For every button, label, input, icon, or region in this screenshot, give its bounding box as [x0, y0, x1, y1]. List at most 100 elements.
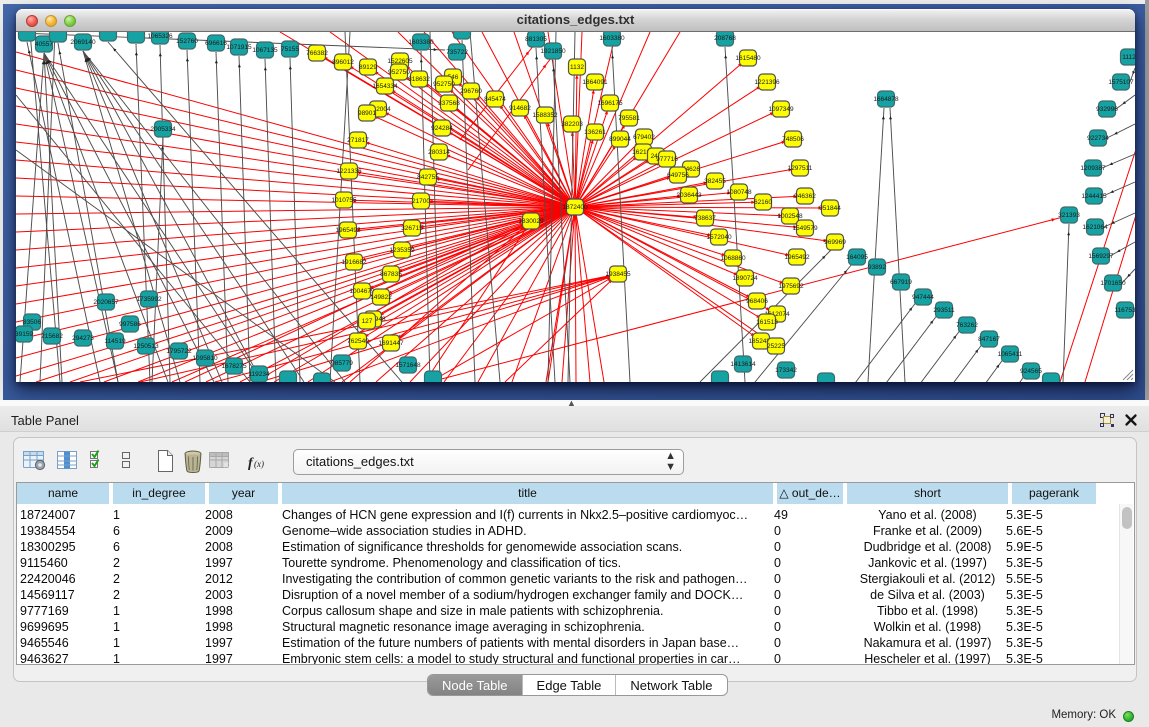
svg-text:1097349: 1097349	[768, 106, 794, 113]
svg-text:896012: 896012	[332, 59, 354, 66]
svg-text:1603380: 1603380	[599, 35, 625, 42]
svg-text:985779: 985779	[331, 360, 353, 367]
svg-text:1068860: 1068860	[720, 255, 746, 262]
svg-text:1615480: 1615480	[735, 55, 761, 62]
svg-text:914682: 914682	[509, 105, 531, 112]
svg-text:25225: 25225	[767, 343, 785, 350]
svg-text:795581: 795581	[618, 115, 640, 122]
svg-text:40557: 40557	[35, 41, 53, 48]
svg-text:1095810: 1095810	[192, 355, 218, 362]
svg-text:679402: 679402	[633, 134, 655, 141]
svg-text:1071915: 1071915	[226, 44, 252, 51]
svg-text:208768: 208768	[714, 35, 736, 42]
svg-text:818632: 818632	[408, 76, 430, 83]
svg-text:1549579: 1549579	[792, 225, 818, 232]
svg-text:75155: 75155	[281, 46, 299, 53]
svg-text:1921850: 1921850	[540, 48, 566, 55]
svg-text:1735992: 1735992	[136, 296, 162, 303]
svg-text:1221336: 1221336	[336, 168, 362, 175]
svg-text:149822: 149822	[370, 294, 392, 301]
svg-text:1890724: 1890724	[732, 275, 758, 282]
svg-text:924284: 924284	[431, 125, 453, 132]
svg-text:947444: 947444	[912, 294, 934, 301]
svg-text:946362: 946362	[794, 193, 816, 200]
svg-text:2069140: 2069140	[70, 39, 96, 46]
svg-text:997586: 997586	[119, 321, 141, 328]
svg-text:735722: 735722	[446, 49, 468, 56]
svg-text:881305: 881305	[525, 36, 547, 43]
svg-text:766382: 766382	[306, 50, 328, 57]
svg-text:842755: 842755	[417, 174, 439, 181]
svg-text:1221396: 1221396	[754, 79, 780, 86]
svg-text:83506: 83506	[23, 319, 41, 326]
svg-text:1830029: 1830029	[518, 218, 544, 225]
svg-text:968406: 968406	[746, 298, 768, 305]
svg-text:21700: 21700	[412, 198, 430, 205]
svg-text:1696175: 1696175	[597, 100, 623, 107]
svg-text:2005334: 2005334	[150, 126, 176, 133]
svg-text:1132: 1132	[570, 64, 584, 71]
svg-text:763262: 763262	[956, 322, 978, 329]
svg-text:39159: 39159	[16, 331, 33, 338]
svg-text:748506: 748506	[782, 136, 804, 143]
svg-text:321393: 321393	[1058, 212, 1080, 219]
svg-text:667919: 667919	[890, 279, 912, 286]
svg-text:1965492: 1965492	[335, 227, 361, 234]
svg-text:152760: 152760	[176, 38, 198, 45]
svg-text:1065326: 1065326	[147, 33, 173, 40]
svg-text:1209387: 1209387	[1080, 165, 1106, 172]
svg-text:1603380: 1603380	[408, 39, 434, 46]
svg-text:1916682: 1916682	[341, 259, 367, 266]
svg-text:326715: 326715	[401, 225, 423, 232]
svg-text:382203: 382203	[561, 121, 583, 128]
svg-text:932996: 932996	[1096, 106, 1118, 113]
svg-text:(x): (x)	[254, 459, 264, 469]
svg-text:1965492: 1965492	[784, 254, 810, 261]
svg-text:1010755: 1010755	[331, 197, 357, 204]
svg-text:951844: 951844	[819, 205, 841, 212]
svg-text:382455: 382455	[704, 178, 726, 185]
svg-text:1002548: 1002548	[777, 213, 803, 220]
svg-text:127: 127	[362, 318, 373, 325]
svg-text:762540: 762540	[347, 338, 369, 345]
svg-text:1654334: 1654334	[372, 83, 398, 90]
svg-text:1872400: 1872400	[562, 204, 588, 211]
svg-text:62160: 62160	[754, 199, 772, 206]
svg-text:1571648: 1571648	[395, 362, 421, 369]
svg-text:1588352: 1588352	[532, 112, 558, 119]
svg-text:116753: 116753	[1114, 307, 1135, 314]
svg-text:161513: 161513	[756, 319, 778, 326]
svg-text:1572040: 1572040	[706, 234, 732, 241]
svg-text:952750: 952750	[433, 81, 455, 88]
svg-text:294273: 294273	[72, 335, 94, 342]
svg-text:1297511: 1297511	[788, 165, 813, 172]
svg-text:922734: 922734	[1087, 135, 1109, 142]
svg-text:337568: 337568	[438, 100, 460, 107]
svg-text:114519: 114519	[104, 338, 126, 345]
svg-text:1975692: 1975692	[778, 283, 804, 290]
svg-text:1691447: 1691447	[378, 340, 404, 347]
svg-text:1938455: 1938455	[605, 271, 631, 278]
svg-text:847167: 847167	[978, 336, 1000, 343]
svg-text:1864091: 1864091	[582, 79, 608, 86]
svg-text:1569297: 1569297	[1088, 253, 1114, 260]
svg-text:119234: 119234	[248, 371, 270, 378]
svg-text:1575107: 1575107	[1108, 79, 1134, 86]
svg-text:1701650: 1701650	[1100, 280, 1126, 287]
svg-text:2036443: 2036443	[676, 192, 702, 199]
svg-text:1235359: 1235359	[389, 247, 415, 254]
svg-text:1250513: 1250513	[133, 343, 159, 350]
svg-text:867835: 867835	[380, 271, 402, 278]
svg-text:696616: 696616	[205, 40, 227, 47]
svg-text:899044: 899044	[609, 136, 631, 143]
svg-text:280314: 280314	[428, 149, 450, 156]
svg-text:1621064: 1621064	[1082, 224, 1108, 231]
svg-text:1065411: 1065411	[998, 351, 1023, 358]
svg-text:924565: 924565	[1020, 368, 1042, 375]
svg-text:136261: 136261	[584, 129, 606, 136]
svg-text:649756: 649756	[667, 172, 689, 179]
svg-text:845474: 845474	[484, 96, 506, 103]
svg-text:293511: 293511	[933, 307, 955, 314]
svg-text:1244415: 1244415	[1081, 193, 1107, 200]
svg-text:1678275: 1678275	[221, 363, 247, 370]
